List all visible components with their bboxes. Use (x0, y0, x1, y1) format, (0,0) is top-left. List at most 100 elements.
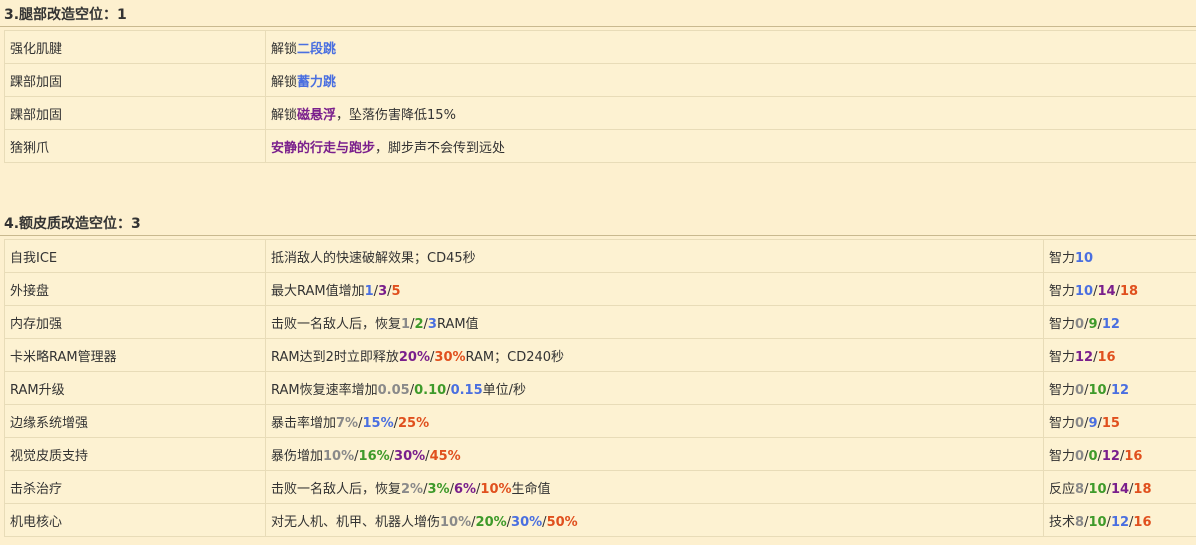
mod-effect-segment: 16% (358, 448, 390, 464)
mod-effect: 抵消敌人的快速破解效果；CD45秒 (265, 239, 1044, 273)
mod-requirement-segment: 10 (1088, 514, 1107, 530)
mod-effect-segment: 20% (398, 349, 431, 365)
mod-requirement: 技术8/10/12/16 (1043, 503, 1196, 537)
mod-effect-segment: 磁悬浮 (297, 107, 337, 123)
mod-name: 外接盘 (4, 272, 266, 306)
mod-effect: 暴伤增加10%/16%/30%/45% (265, 437, 1044, 471)
mod-effect: 击败一名敌人后，恢复1/2/3RAM值 (265, 305, 1044, 339)
mod-effect-segment: 3 (427, 316, 437, 332)
mod-effect-segment: 30% (434, 349, 466, 365)
mod-requirement: 智力10/14/18 (1043, 272, 1196, 306)
mod-requirement-segment: 10 (1075, 250, 1094, 266)
mod-name: 强化肌腱 (4, 30, 266, 64)
mod-effect-segment: 10% (323, 448, 355, 464)
mod-requirement-segment: 14 (1110, 481, 1130, 497)
mod-effect-segment: 暴击率增加 (271, 415, 337, 431)
mod-effect-segment: 解锁 (271, 107, 298, 123)
mod-requirement: 反应8/10/14/18 (1043, 470, 1196, 504)
mod-effect-segment: 2% (401, 481, 424, 497)
mod-effect: 最大RAM值增加1/3/5 (265, 272, 1044, 306)
mod-effect-segment: RAM值 (436, 316, 479, 332)
mod-requirement-segment: 智力 (1049, 448, 1076, 464)
mod-requirement: 智力0/0/12/16 (1043, 437, 1196, 471)
mod-requirement-segment: 10 (1088, 382, 1107, 398)
mod-effect-segment: 二段跳 (297, 41, 337, 57)
mod-effect-segment: 0.15 (450, 382, 483, 398)
mod-effect-segment: 暴伤增加 (271, 448, 324, 464)
mod-effect-segment: 安静的行走与跑步 (271, 140, 376, 156)
mod-requirement: 智力0/10/12 (1043, 371, 1196, 405)
mod-requirement-segment: 12 (1075, 349, 1094, 365)
table-row: 击杀治疗 击败一名敌人后，恢复2%/3%/6%/10%生命值 反应8/10/14/1… (4, 470, 1196, 504)
mod-requirement-segment: 8 (1075, 481, 1085, 497)
mod-effect-segment: 50% (546, 514, 578, 530)
table-row: RAM升级 RAM恢复速率增加0.05/0.10/0.15单位/秒 智力0/10/1… (4, 371, 1196, 405)
mod-name: 猞猁爪 (4, 129, 266, 163)
mod-effect-segment: 生命值 (511, 481, 551, 497)
mod-effect-segment: 25% (398, 415, 430, 431)
mod-requirement-segment: 12 (1101, 316, 1120, 332)
mod-requirement-segment: 10 (1088, 481, 1107, 497)
mod-effect-segment: 7% (336, 415, 359, 431)
leg-mods-table: 强化肌腱 解锁二段跳 踝部加固 解锁蓄力跳 踝部加固 解锁磁悬浮，坠落伤害降低15% 猞猁爪… (4, 30, 1196, 163)
mod-requirement-segment: 智力 (1049, 349, 1076, 365)
mod-requirement-segment: 0 (1088, 448, 1098, 464)
mod-effect-segment: 30% (394, 448, 426, 464)
mod-effect-segment: 5 (391, 283, 401, 299)
frontal-cortex-mods-table: 自我ICE 抵消敌人的快速破解效果；CD45秒 智力10 外接盘 最大RAM值增加1/3… (4, 239, 1196, 537)
mod-requirement-segment: 智力 (1049, 382, 1076, 398)
mod-requirement-segment: 9 (1088, 316, 1098, 332)
mod-requirement-segment: 0 (1075, 382, 1085, 398)
mod-name: 自我ICE (4, 239, 266, 273)
mod-effect-segment: RAM；CD240秒 (465, 349, 565, 365)
mod-effect-segment: RAM恢复速率增加 (271, 382, 378, 398)
mod-requirement-segment: 0 (1075, 415, 1085, 431)
mod-effect-segment: 最大RAM值增加 (271, 283, 365, 299)
mod-requirement-segment: 技术 (1049, 514, 1076, 530)
table-row: 机电核心 对无人机、机甲、机器人增伤10%/20%/30%/50% 技术8/10/1… (4, 503, 1196, 537)
mod-requirement-segment: 智力 (1049, 415, 1076, 431)
mod-name: 内存加强 (4, 305, 266, 339)
table-row: 自我ICE 抵消敌人的快速破解效果；CD45秒 智力10 (4, 239, 1196, 273)
table-row: 外接盘 最大RAM值增加1/3/5 智力10/14/18 (4, 272, 1196, 306)
table-row: 边缘系统增强 暴击率增加7%/15%/25% 智力0/9/15 (4, 404, 1196, 438)
mod-effect: 安静的行走与跑步，脚步声不会传到远处 (265, 129, 1196, 163)
table-row: 强化肌腱 解锁二段跳 (4, 30, 1196, 64)
mod-effect-segment: 6% (453, 481, 477, 497)
mod-effect-segment: 击败一名敌人后，恢复 (271, 481, 402, 497)
mod-requirement-segment: 14 (1097, 283, 1116, 299)
mod-name: 踝部加固 (4, 63, 266, 97)
section-title-leg: 3.腿部改造空位：1 (0, 4, 1196, 27)
mod-requirement-segment: 16 (1097, 349, 1116, 365)
mod-effect-segment: 蓄力跳 (297, 74, 337, 90)
mod-requirement-segment: 18 (1133, 481, 1152, 497)
mod-effect-segment: 2 (414, 316, 424, 332)
mod-effect-segment: 解锁 (271, 41, 298, 57)
mod-effect: RAM恢复速率增加0.05/0.10/0.15单位/秒 (265, 371, 1044, 405)
mod-effect: 击败一名敌人后，恢复2%/3%/6%/10%生命值 (265, 470, 1044, 504)
mod-requirement: 智力12/16 (1043, 338, 1196, 372)
table-row: 猞猁爪 安静的行走与跑步，脚步声不会传到远处 (4, 129, 1196, 163)
mod-effect-segment: 0.05 (377, 382, 410, 398)
mod-effect-segment: 击败一名敌人后，恢复 (271, 316, 402, 332)
mod-effect: 暴击率增加7%/15%/25% (265, 404, 1044, 438)
mod-effect-segment: 0.10 (414, 382, 447, 398)
mod-requirement-segment: 12 (1110, 382, 1130, 398)
mod-requirement-segment: 16 (1133, 514, 1152, 530)
mod-effect-segment: 20% (475, 514, 507, 530)
mod-effect-segment: ，脚步声不会传到远处 (375, 140, 506, 156)
mod-effect: RAM达到2时立即释放20%/30%RAM；CD240秒 (265, 338, 1044, 372)
mod-effect: 对无人机、机甲、机器人增伤10%/20%/30%/50% (265, 503, 1044, 537)
mod-requirement-segment: 10 (1075, 283, 1094, 299)
mod-name: 击杀治疗 (4, 470, 266, 504)
table-row: 视觉皮质支持 暴伤增加10%/16%/30%/45% 智力0/0/12/16 (4, 437, 1196, 471)
table-row: 卡米略RAM管理器 RAM达到2时立即释放20%/30%RAM；CD240秒 智力1… (4, 338, 1196, 372)
mod-requirement-segment: 0 (1075, 448, 1085, 464)
table-row: 踝部加固 解锁蓄力跳 (4, 63, 1196, 97)
mod-requirement: 智力0/9/12 (1043, 305, 1196, 339)
mod-effect-segment: 1 (364, 283, 374, 299)
mod-requirement-segment: 18 (1119, 283, 1139, 299)
mod-effect-segment: 10% (440, 514, 472, 530)
mod-effect-segment: ，坠落伤害降低15% (336, 107, 456, 123)
mod-requirement-segment: 9 (1088, 415, 1098, 431)
